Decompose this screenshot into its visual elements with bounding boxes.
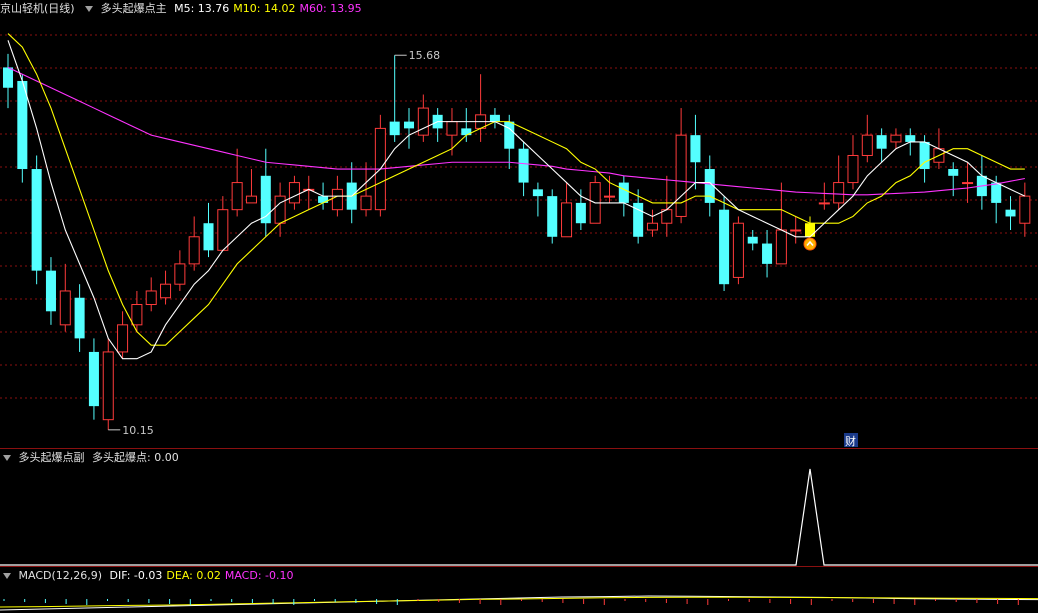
- candle-body: [690, 135, 701, 163]
- candle-body: [203, 223, 214, 251]
- candle-body: [876, 135, 887, 149]
- candle-body: [719, 209, 730, 285]
- candle-body: [446, 121, 458, 136]
- candle-body: [174, 263, 186, 285]
- candle-body: [775, 229, 787, 265]
- candle-body: [504, 121, 515, 149]
- candle-body: [160, 283, 172, 299]
- main-chart-panel[interactable]: 京山轻机(日线) 多头起爆点主 M5: 13.76 M10: 14.02 M60: …: [0, 0, 1038, 448]
- ma10-line: [7, 33, 1025, 346]
- candle-body: [217, 209, 229, 251]
- candle-body: [962, 182, 974, 185]
- candle-body: [31, 169, 42, 271]
- sub-indicator-chart[interactable]: [0, 449, 1038, 566]
- candle-body: [74, 297, 85, 339]
- candle-body: [489, 114, 500, 122]
- candle-body: [117, 324, 129, 353]
- candle-body: [318, 196, 329, 203]
- candle-body: [547, 196, 558, 237]
- candle-body: [847, 154, 859, 184]
- candle-body: [1005, 209, 1016, 217]
- candle-body: [274, 195, 286, 224]
- candle-body: [288, 182, 300, 204]
- candle-body: [245, 195, 257, 204]
- candle-body: [762, 243, 773, 264]
- candle-body: [790, 229, 802, 232]
- candle-body: [403, 121, 415, 129]
- candle-body: [2, 67, 14, 88]
- candle-body: [805, 223, 816, 237]
- candle-body: [646, 222, 658, 231]
- low-price-label: 10.15: [122, 424, 153, 437]
- candle-body: [948, 169, 959, 176]
- sub-indicator-panel[interactable]: 多头起爆点副 多头起爆点: 0.00: [0, 449, 1038, 566]
- candle-body: [131, 304, 143, 326]
- candle-body: [102, 351, 114, 421]
- candle-body: [675, 134, 687, 217]
- candle-body: [747, 236, 758, 244]
- candle-body: [1019, 195, 1031, 224]
- candle-body: [561, 202, 573, 238]
- candle-body: [461, 128, 472, 136]
- candle-body: [331, 188, 343, 211]
- candle-body: [188, 236, 200, 265]
- cai-badge-text: 财: [845, 434, 856, 448]
- candle-body: [59, 290, 71, 326]
- candle-body: [833, 182, 845, 204]
- candle-body: [991, 182, 1002, 203]
- candle-body: [88, 351, 99, 407]
- candle-body: [518, 148, 529, 183]
- main-candle-chart[interactable]: 15.68 10.15 财: [0, 0, 1038, 448]
- macd-chart[interactable]: [0, 567, 1038, 613]
- macd-panel[interactable]: MACD(12,26,9) DIF: -0.03 DEA: 0.02 MACD: -…: [0, 567, 1038, 613]
- up-chevron-icon: [803, 237, 817, 251]
- candle-body: [45, 270, 56, 312]
- high-price-label: 15.68: [409, 49, 441, 62]
- candle-body: [603, 195, 616, 198]
- candle-body: [532, 189, 543, 197]
- ma60-line: [7, 66, 1025, 196]
- signal-spike-line: [0, 468, 1038, 566]
- candle-body: [360, 195, 372, 211]
- candle-body: [417, 107, 429, 136]
- candle-body: [575, 202, 586, 224]
- candle-body: [861, 134, 873, 156]
- candle-body: [890, 134, 902, 143]
- candle-body: [732, 222, 744, 278]
- candle-body: [905, 135, 916, 142]
- candle-body: [145, 290, 157, 306]
- candle-body: [618, 182, 629, 203]
- candle-body: [389, 121, 400, 136]
- candle-body: [818, 202, 830, 205]
- candle-body: [231, 182, 243, 211]
